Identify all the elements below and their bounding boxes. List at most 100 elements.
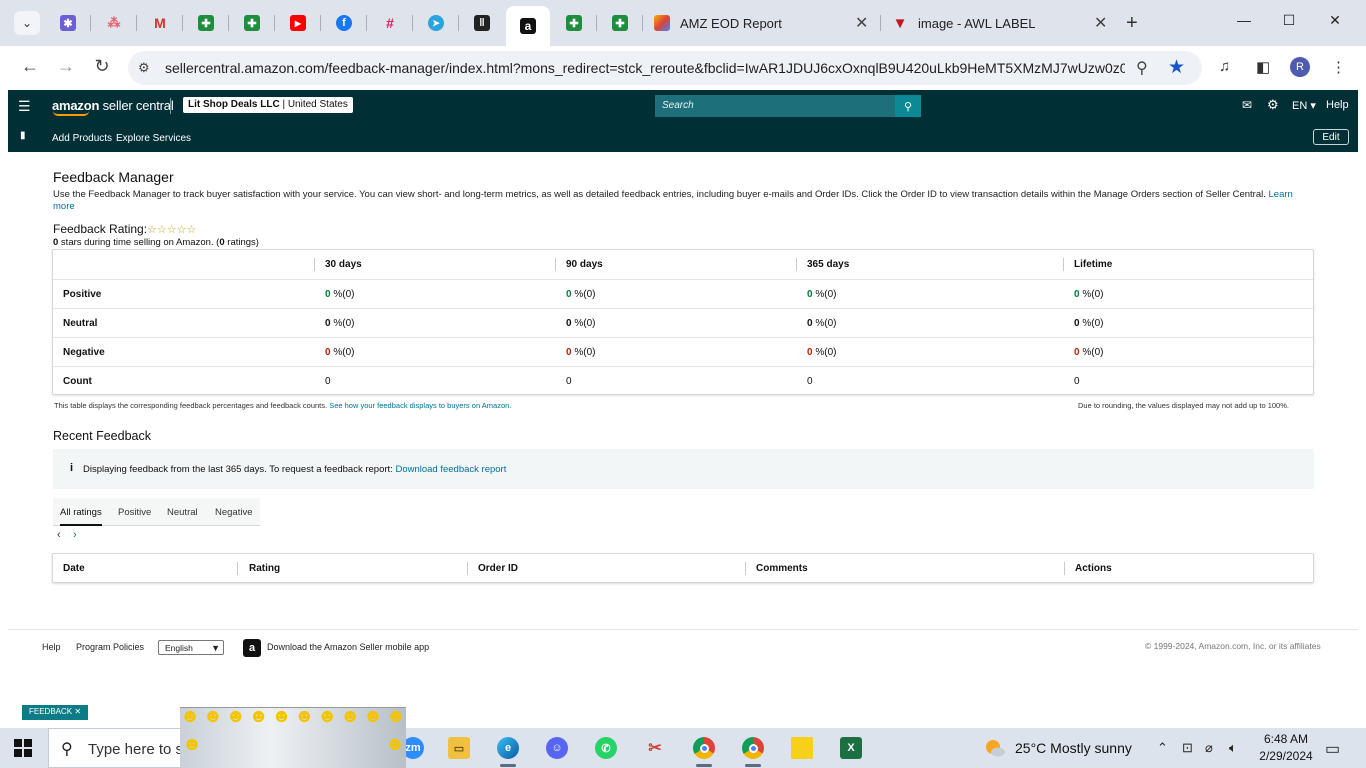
close-tab-icon[interactable]: ✕ [1094,13,1107,33]
feedback-rating-heading: Feedback Rating:☆☆☆☆☆ [53,222,196,236]
tab-favicon-asana[interactable]: ⁂ [102,11,126,35]
new-tab-icon[interactable]: + [1126,12,1138,35]
volume-icon[interactable]: 🔈︎ [1229,740,1237,756]
help-link[interactable]: Help [1326,99,1349,111]
tab-separator [458,15,459,31]
tab-favicon-slack[interactable]: # [378,11,402,35]
metric-cell: 0 %(0) [325,289,354,300]
metric-cell: 0 %(0) [807,347,836,358]
download-app-link[interactable]: Download the Amazon Seller mobile app [267,642,429,652]
tab-all-ratings[interactable]: All ratings [60,507,102,526]
hamburger-menu-icon[interactable]: ☰ [18,98,31,115]
tab-search-chevron-icon[interactable]: ⌄ [14,11,40,35]
reload-icon[interactable]: ↻ [91,56,113,77]
back-arrow-icon[interactable]: ← [19,56,41,77]
snipping-tool-icon[interactable]: ✂ [638,734,672,762]
weather-partly-sunny-icon[interactable] [984,737,1006,759]
tab-amz-eod-report[interactable]: AMZ EOD Report [654,8,878,38]
discord-icon[interactable]: ☺ [540,734,574,762]
address-bar[interactable]: ⚙ sellercentral.amazon.com/feedback-mana… [128,51,1202,85]
tab-favicon-sheets[interactable]: ✚ [240,11,264,35]
info-text: Displaying feedback from the last 365 da… [83,464,396,475]
footer-help-link[interactable]: Help [42,642,61,652]
bookmark-star-icon[interactable]: ★ [1168,56,1185,79]
meet-now-icon[interactable]: ⊡ [1182,740,1193,756]
download-feedback-report-link[interactable]: Download feedback report [395,464,506,475]
column-separator [796,258,797,271]
column-header-rating[interactable]: Rating [249,563,280,574]
show-hidden-icons-chevron-icon[interactable]: ⌃ [1157,740,1168,756]
media-control-icon[interactable]: ♫ [1219,58,1230,75]
close-tab-icon[interactable]: ✕ [855,13,868,33]
tab-negative[interactable]: Negative [215,507,253,518]
close-window-icon[interactable]: ✕ [1325,12,1345,29]
buyer-display-link[interactable]: See how your feedback displays to buyers… [329,401,511,410]
column-separator [314,258,315,271]
tab-favicon-asterisk[interactable]: ✱ [56,11,80,35]
chrome-profile-icon[interactable] [687,734,721,767]
mail-icon[interactable]: ✉ [1242,98,1252,112]
excel-icon[interactable]: X [834,734,868,762]
minimize-window-icon[interactable]: — [1234,12,1254,28]
previous-page-chevron-icon[interactable]: ‹ [57,529,61,541]
sticky-notes-icon[interactable] [785,734,819,762]
edge-browser-icon[interactable]: e [491,734,525,767]
site-info-icon[interactable]: ⚙ [138,60,150,76]
tab-favicon-youtube[interactable]: ▶ [286,11,310,35]
column-header: Lifetime [1074,259,1113,270]
tab-neutral[interactable]: Neutral [167,507,198,518]
tab-favicon-sheets[interactable]: ✚ [194,11,218,35]
add-products-link[interactable]: Add Products [52,133,112,144]
profile-avatar[interactable]: R [1290,57,1310,77]
explore-services-link[interactable]: Explore Services [116,133,191,144]
column-header-actions[interactable]: Actions [1075,563,1112,574]
taskbar-clock[interactable]: 6:48 AM 2/29/2024 [1255,731,1317,765]
program-policies-link[interactable]: Program Policies [76,642,144,652]
column-header-comments[interactable]: Comments [756,563,808,574]
tab-awl-label[interactable]: ▼ image - AWL LABEL [892,8,1116,38]
network-icon[interactable]: ⌀ [1205,740,1213,756]
side-panel-icon[interactable]: ◧ [1256,58,1270,76]
seller-central-logo[interactable]: amazon seller central [52,98,174,116]
weather-text[interactable]: 25°C Mostly sunny [1015,740,1132,756]
settings-gear-icon[interactable]: ⚙ [1267,97,1279,113]
store-switcher[interactable]: Lit Shop Deals LLC | United States [183,97,353,113]
tab-favicon-facebook[interactable]: f [332,11,356,35]
maximize-window-icon[interactable]: ☐ [1279,12,1299,29]
bookmark-icon[interactable]: ▮ [20,130,26,141]
next-page-chevron-icon[interactable]: › [73,529,77,541]
footer-language-select[interactable]: English ▼ [158,640,224,655]
forward-arrow-icon[interactable]: → [55,56,77,77]
tab-favicon-sheets[interactable]: ✚ [608,11,632,35]
count-value: 0 [1074,376,1080,387]
zoom-magnifier-icon[interactable]: ⚲ [1136,58,1148,78]
search-icon[interactable]: ⚲ [895,95,921,117]
logo-seller-central: seller central [99,98,174,113]
edit-nav-button[interactable]: Edit [1313,129,1349,145]
url-text[interactable]: sellercentral.amazon.com/feedback-manage… [165,60,1125,76]
feedback-chip[interactable]: FEEDBACK ✕ [22,705,89,720]
chrome-profile-icon[interactable] [736,734,770,767]
seller-search-input[interactable]: Search [655,95,895,117]
amazon-app-icon[interactable]: a [243,639,261,657]
column-header: 365 days [807,259,850,270]
column-header-date[interactable]: Date [63,563,85,574]
file-explorer-icon[interactable]: ▭ [442,734,476,762]
smiley-face-icon: ☻ [294,706,315,727]
tab-positive[interactable]: Positive [118,507,151,518]
notifications-icon[interactable]: ▭ [1325,739,1340,759]
emoji-sticker-overlay[interactable]: ☻ ☻ ☻ ☻ ☻ ☻ ☻ ☻ ☻ ☻ ☻ ☻ [180,706,406,768]
whatsapp-icon[interactable]: ✆ [589,734,623,762]
tab-favicon-dark-app[interactable]: ‖ [470,11,494,35]
language-switcher[interactable]: EN ▾ [1292,99,1316,112]
copyright-text: © 1999-2024, Amazon.com, Inc. or its aff… [1145,641,1321,651]
row-label: Count [63,376,92,387]
column-header-order-id[interactable]: Order ID [478,563,518,574]
tab-favicon-sheets[interactable]: ✚ [562,11,586,35]
tab-amazon-active[interactable]: a [506,6,550,46]
tab-favicon-telegram[interactable]: ➤ [424,11,448,35]
tab-favicon-gmail[interactable]: M [148,11,172,35]
windows-start-icon[interactable] [14,739,32,757]
info-alert: i Displaying feedback from the last 365 … [53,449,1314,489]
browser-menu-icon[interactable]: ⋮ [1331,58,1346,76]
